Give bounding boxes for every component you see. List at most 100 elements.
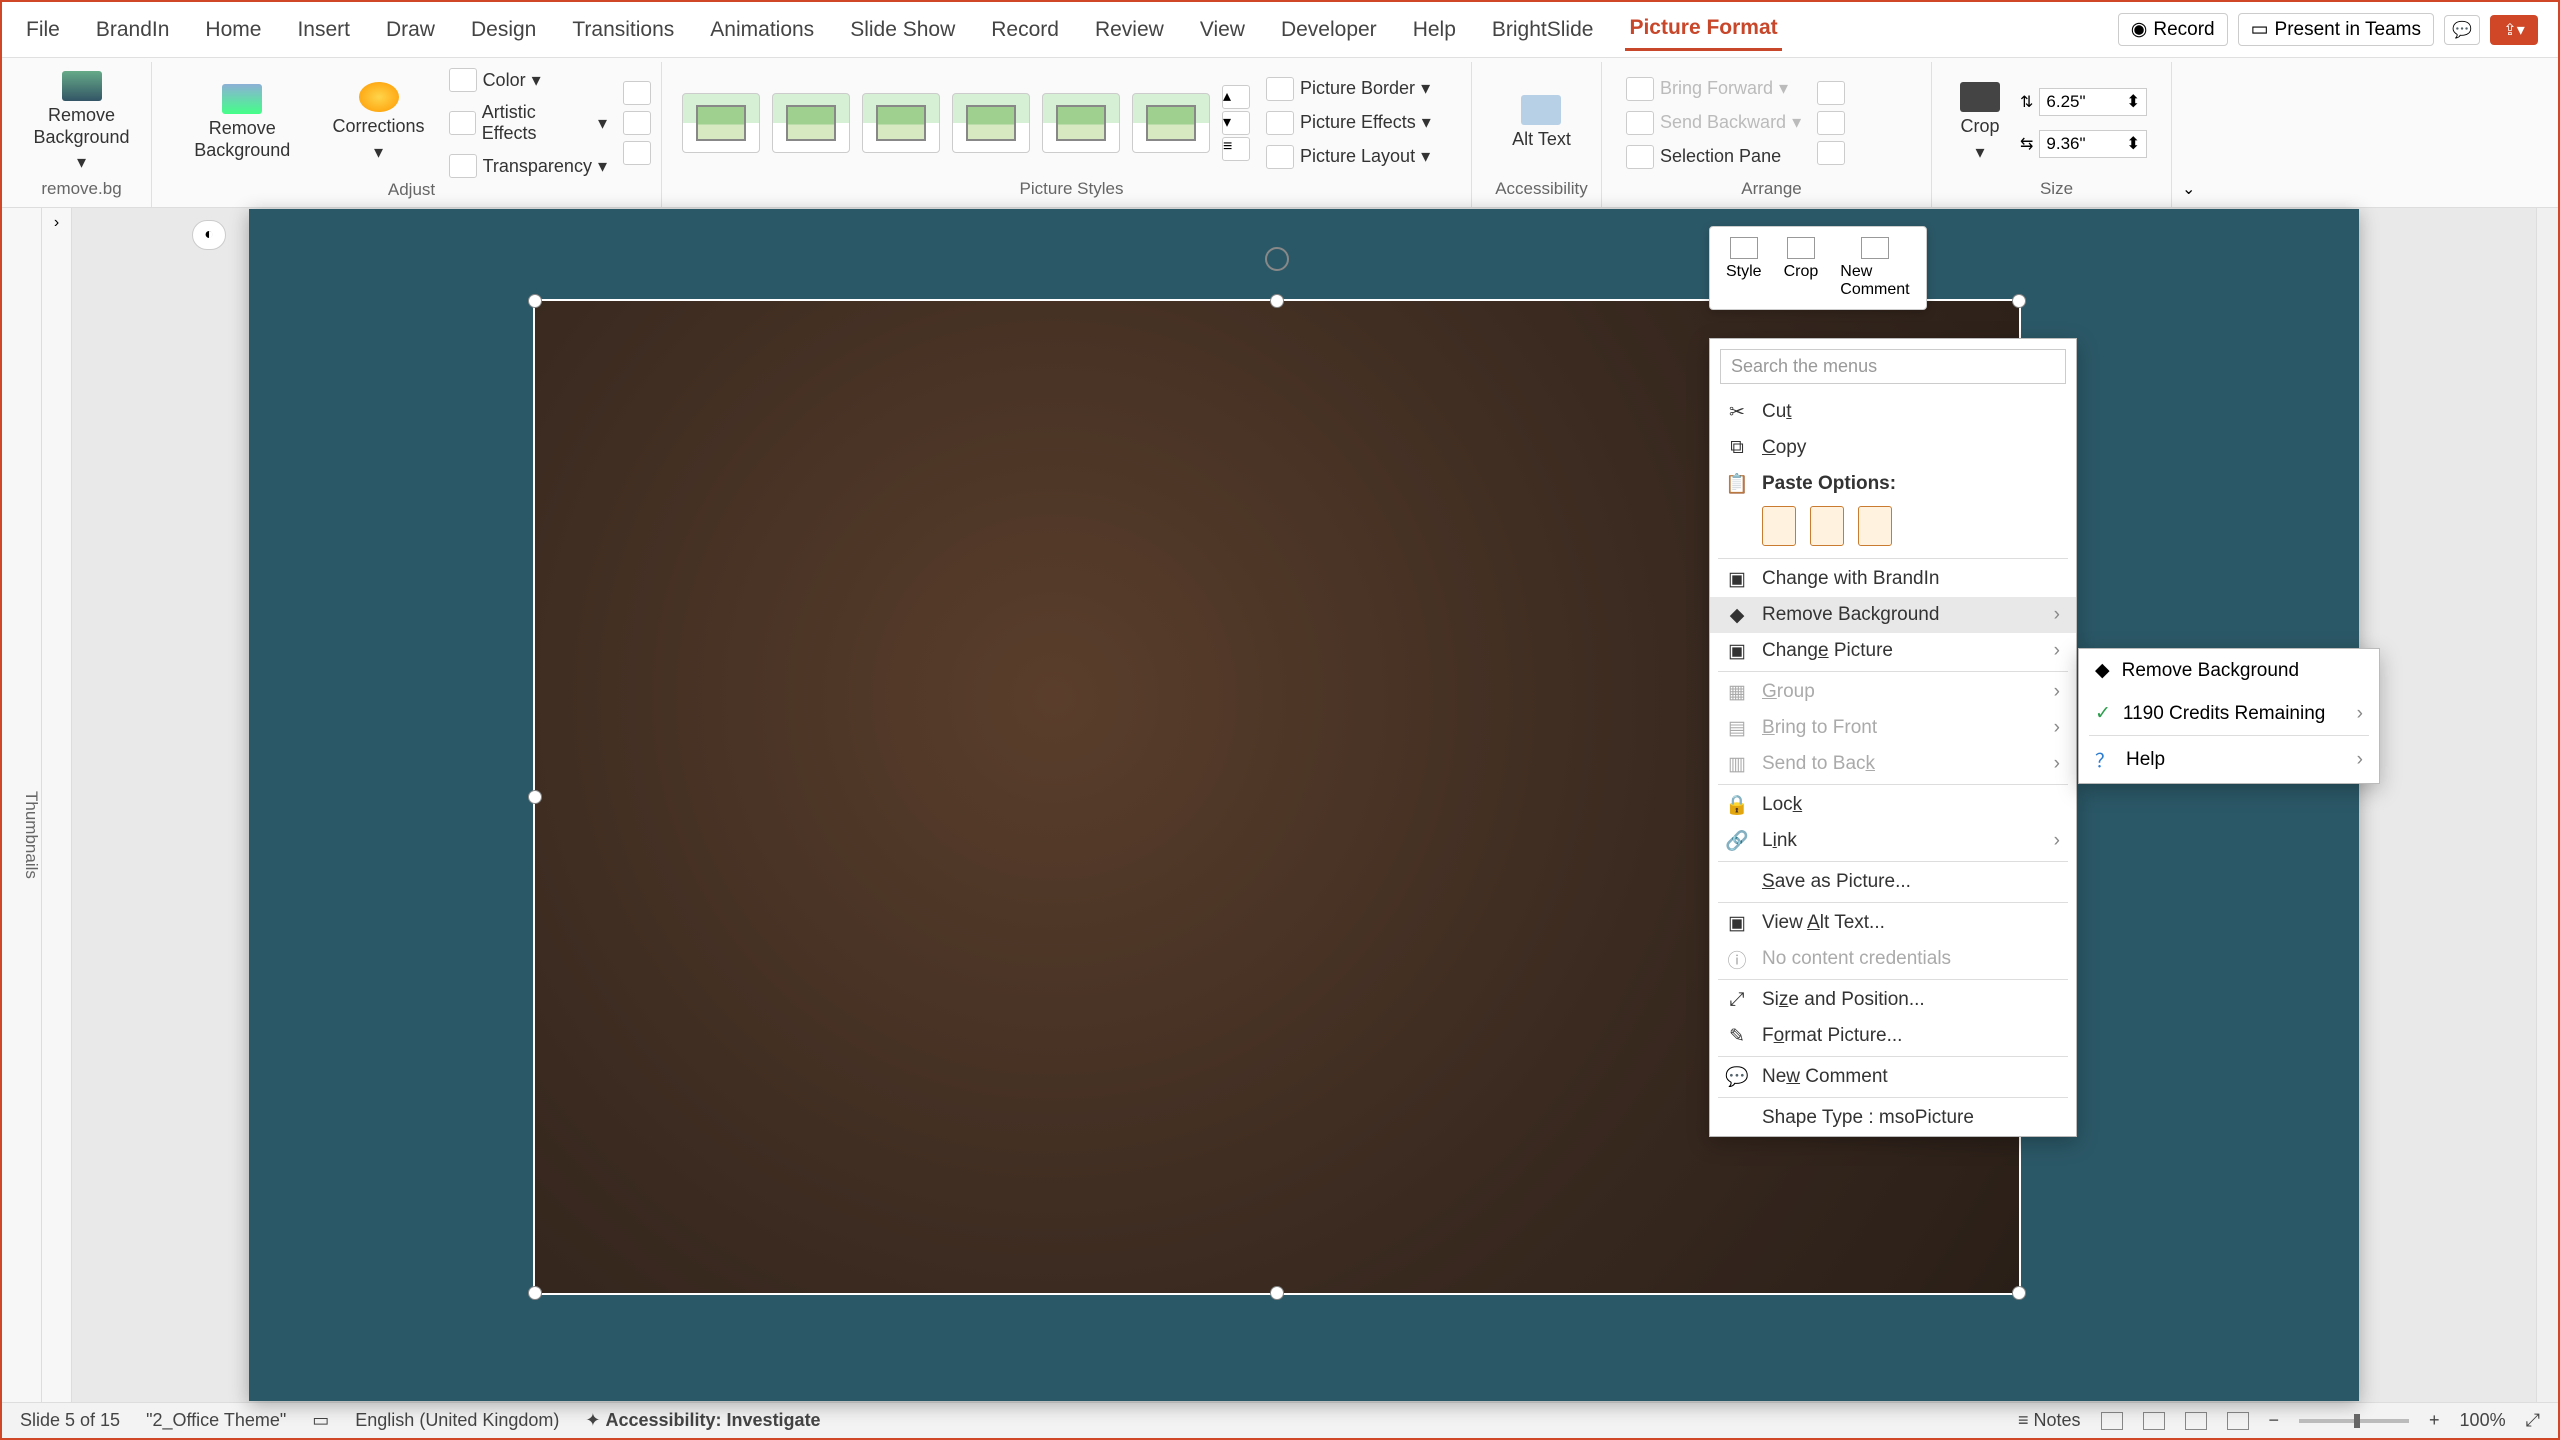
artistic-effects-button[interactable]: Artistic Effects▾ — [445, 100, 611, 146]
tab-record[interactable]: Record — [987, 10, 1063, 50]
thumbnails-pane[interactable]: Thumbnails — [2, 208, 42, 1402]
sub-remove-background[interactable]: ◆Remove Background — [2079, 649, 2379, 692]
selection-pane-button[interactable]: Selection Pane — [1622, 143, 1805, 171]
align-button[interactable] — [1817, 81, 1845, 105]
compress-icon[interactable] — [623, 81, 651, 105]
zoom-out-button[interactable]: − — [2269, 1410, 2280, 1431]
tab-slideshow[interactable]: Slide Show — [846, 10, 959, 50]
theme-indicator[interactable]: "2_Office Theme" — [146, 1410, 286, 1431]
rotate-handle[interactable] — [1265, 247, 1289, 271]
styles-scroll-down[interactable]: ▾ — [1222, 111, 1250, 135]
ctx-save-as-picture[interactable]: Save as Picture... — [1710, 864, 2076, 900]
picture-layout-button[interactable]: Picture Layout▾ — [1262, 143, 1435, 171]
corrections-button[interactable]: Corrections▾ — [325, 78, 433, 167]
group-button[interactable] — [1817, 111, 1845, 135]
paste-option-1[interactable] — [1762, 506, 1796, 546]
handle-se[interactable] — [2012, 1286, 2026, 1300]
height-input[interactable]: 6.25"⬍ — [2039, 88, 2147, 116]
language-indicator[interactable]: English (United Kingdom) — [355, 1410, 559, 1431]
picture-style-4[interactable] — [952, 93, 1030, 153]
handle-s[interactable] — [1270, 1286, 1284, 1300]
tab-draw[interactable]: Draw — [382, 10, 439, 50]
picture-style-6[interactable] — [1132, 93, 1210, 153]
slideshow-view-button[interactable] — [2227, 1412, 2249, 1430]
designer-toggle[interactable]: ◐ — [192, 220, 226, 250]
picture-border-button[interactable]: Picture Border▾ — [1262, 75, 1435, 103]
handle-w[interactable] — [528, 790, 542, 804]
share-button[interactable]: ⇪▾ — [2490, 15, 2538, 45]
tab-insert[interactable]: Insert — [293, 10, 354, 50]
zoom-value[interactable]: 100% — [2460, 1410, 2506, 1431]
bring-forward-button[interactable]: Bring Forward ▾ — [1622, 75, 1805, 103]
mini-comment-button[interactable]: New Comment — [1830, 233, 1920, 303]
styles-scroll-up[interactable]: ▴ — [1222, 85, 1250, 109]
fit-window-button[interactable]: ⤢ — [2526, 1410, 2540, 1431]
tab-design[interactable]: Design — [467, 10, 540, 50]
tab-picture-format[interactable]: Picture Format — [1625, 8, 1781, 51]
change-picture-icon[interactable] — [623, 111, 651, 135]
picture-style-1[interactable] — [682, 93, 760, 153]
paste-option-3[interactable] — [1858, 506, 1892, 546]
alt-text-button[interactable]: Alt Text — [1504, 91, 1579, 155]
ctx-change-brandin[interactable]: ▣Change with BrandIn — [1710, 561, 2076, 597]
ctx-lock[interactable]: 🔒Lock — [1710, 787, 2076, 823]
spellcheck-icon[interactable]: ▭ — [312, 1410, 329, 1431]
sub-help[interactable]: ？Help› — [2079, 736, 2379, 783]
ribbon-collapse[interactable]: ⌄ — [2182, 179, 2195, 199]
ctx-copy[interactable]: ⧉Copy — [1710, 430, 2076, 466]
remove-background-button[interactable]: Remove Background — [172, 80, 313, 165]
ctx-cut[interactable]: ✂Cut — [1710, 394, 2076, 430]
send-backward-button[interactable]: Send Backward ▾ — [1622, 109, 1805, 137]
zoom-in-button[interactable]: + — [2429, 1410, 2440, 1431]
comments-icon[interactable]: 💬 — [2444, 15, 2480, 45]
tab-view[interactable]: View — [1196, 10, 1249, 50]
context-search-input[interactable]: Search the menus — [1720, 349, 2066, 384]
crop-button[interactable]: Crop▾ — [1952, 78, 2008, 167]
tab-animations[interactable]: Animations — [706, 10, 818, 50]
handle-sw[interactable] — [528, 1286, 542, 1300]
zoom-slider[interactable] — [2299, 1419, 2409, 1423]
ctx-view-alt-text[interactable]: ▣View Alt Text... — [1710, 905, 2076, 941]
rotate-button[interactable] — [1817, 141, 1845, 165]
slide-canvas[interactable]: ◐ Style Crop New Comment — [72, 208, 2536, 1402]
present-teams-button[interactable]: ▭ Present in Teams — [2238, 13, 2434, 46]
ctx-size-position[interactable]: ⤢Size and Position... — [1710, 982, 2076, 1018]
tab-brightslide[interactable]: BrightSlide — [1488, 10, 1598, 50]
styles-more[interactable]: ≡ — [1222, 137, 1250, 161]
tab-brandin[interactable]: BrandIn — [92, 10, 174, 50]
picture-style-5[interactable] — [1042, 93, 1120, 153]
ctx-link[interactable]: 🔗Link› — [1710, 823, 2076, 859]
sub-credits[interactable]: ✓1190 Credits Remaining› — [2079, 692, 2379, 735]
normal-view-button[interactable] — [2101, 1412, 2123, 1430]
reset-picture-icon[interactable] — [623, 141, 651, 165]
notes-button[interactable]: ≡ Notes — [2018, 1410, 2081, 1431]
ctx-change-picture[interactable]: ▣Change Picture› — [1710, 633, 2076, 669]
handle-n[interactable] — [1270, 294, 1284, 308]
ctx-remove-background[interactable]: ◆Remove Background› — [1710, 597, 2076, 633]
record-button[interactable]: ◉ Record — [2118, 13, 2228, 46]
picture-style-2[interactable] — [772, 93, 850, 153]
sorter-view-button[interactable] — [2143, 1412, 2165, 1430]
width-input[interactable]: 9.36"⬍ — [2039, 130, 2147, 158]
color-button[interactable]: Color▾ — [445, 66, 611, 94]
mini-crop-button[interactable]: Crop — [1774, 233, 1829, 303]
tab-home[interactable]: Home — [201, 10, 265, 50]
paste-option-2[interactable] — [1810, 506, 1844, 546]
picture-effects-button[interactable]: Picture Effects▾ — [1262, 109, 1435, 137]
tab-developer[interactable]: Developer — [1277, 10, 1381, 50]
removebg-addin-button[interactable]: Remove Background▾ — [22, 67, 141, 178]
accessibility-indicator[interactable]: ✦ Accessibility: Investigate — [585, 1410, 820, 1431]
handle-ne[interactable] — [2012, 294, 2026, 308]
slide-indicator[interactable]: Slide 5 of 15 — [20, 1410, 120, 1431]
reading-view-button[interactable] — [2185, 1412, 2207, 1430]
thumbnails-expand[interactable]: › — [54, 214, 59, 232]
picture-style-3[interactable] — [862, 93, 940, 153]
tab-file[interactable]: File — [22, 10, 64, 50]
tab-help[interactable]: Help — [1409, 10, 1460, 50]
mini-style-button[interactable]: Style — [1716, 233, 1772, 303]
handle-nw[interactable] — [528, 294, 542, 308]
tab-review[interactable]: Review — [1091, 10, 1168, 50]
tab-transitions[interactable]: Transitions — [568, 10, 678, 50]
vertical-scrollbar[interactable] — [2536, 208, 2558, 1402]
ctx-format-picture[interactable]: ✎Format Picture... — [1710, 1018, 2076, 1054]
